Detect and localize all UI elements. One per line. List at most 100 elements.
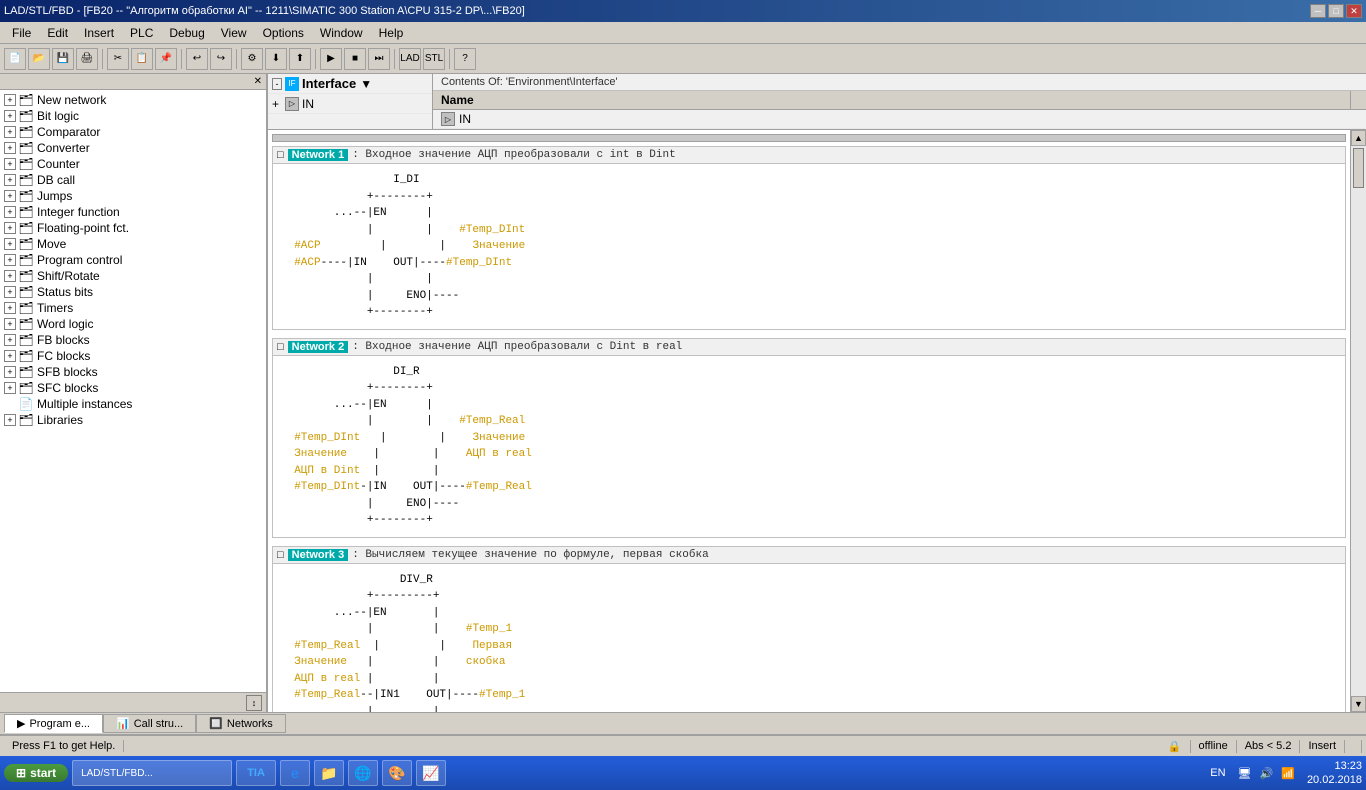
expand-libraries[interactable]: + — [4, 414, 16, 426]
toolbar-print[interactable]: 🖨 — [76, 48, 98, 70]
menu-help[interactable]: Help — [371, 24, 412, 42]
menu-plc[interactable]: PLC — [122, 24, 161, 42]
network-1: □ Network 1 : Входное значение АЦП преоб… — [272, 146, 1346, 330]
expand-fc-blocks[interactable]: + — [4, 350, 16, 362]
scroll-down-button[interactable]: ▼ — [1351, 696, 1366, 712]
expand-db-call[interactable]: + — [4, 174, 16, 186]
tree-item-libraries[interactable]: + 🗂 Libraries — [0, 412, 266, 428]
network-canvas[interactable]: □ Network 1 : Входное значение АЦП преоб… — [268, 130, 1350, 712]
expand-converter[interactable]: + — [4, 142, 16, 154]
network-3-collapse[interactable]: □ — [277, 549, 284, 561]
tree-item-fc-blocks[interactable]: + 🗂 FC blocks — [0, 348, 266, 364]
maximize-button[interactable]: □ — [1328, 4, 1344, 18]
expand-jumps[interactable]: + — [4, 190, 16, 202]
tab-program[interactable]: ▶ Program e... — [4, 714, 103, 733]
toolbar-new[interactable]: 📄 — [4, 48, 26, 70]
tree-label-bit-logic: Bit logic — [37, 109, 79, 123]
menu-file[interactable]: File — [4, 24, 39, 42]
tree-item-db-call[interactable]: + 🗂 DB call — [0, 172, 266, 188]
tree-item-timers[interactable]: + 🗂 Timers — [0, 300, 266, 316]
tree-item-counter[interactable]: + 🗂 Counter — [0, 156, 266, 172]
menu-view[interactable]: View — [213, 24, 255, 42]
tree-item-integer-function[interactable]: + 🗂 Integer function — [0, 204, 266, 220]
tree-item-word-logic[interactable]: + 🗂 Word logic — [0, 316, 266, 332]
expand-new-network[interactable]: + — [4, 94, 16, 106]
tree-item-move[interactable]: + 🗂 Move — [0, 236, 266, 252]
tree-item-sfb-blocks[interactable]: + 🗂 SFB blocks — [0, 364, 266, 380]
toolbar-download[interactable]: ⬇ — [265, 48, 287, 70]
expand-integer-function[interactable]: + — [4, 206, 16, 218]
toolbar-redo[interactable]: ↪ — [210, 48, 232, 70]
scroll-thumb[interactable] — [1353, 148, 1364, 188]
tree-item-shift-rotate[interactable]: + 🗂 Shift/Rotate — [0, 268, 266, 284]
expand-counter[interactable]: + — [4, 158, 16, 170]
toolbar-stl[interactable]: STL — [423, 48, 445, 70]
expand-floating-point[interactable]: + — [4, 222, 16, 234]
start-button[interactable]: ⊞ start — [4, 764, 68, 782]
taskbar-app-paint[interactable]: 🎨 — [382, 760, 412, 786]
toolbar-compile[interactable]: ⚙ — [241, 48, 263, 70]
taskbar-app-lad-label: LAD/STL/FBD... — [81, 768, 153, 779]
expand-word-logic[interactable]: + — [4, 318, 16, 330]
tree-item-jumps[interactable]: + 🗂 Jumps — [0, 188, 266, 204]
tab-call-structure[interactable]: 📊 Call stru... — [103, 714, 196, 733]
toolbar-cut[interactable]: ✂ — [107, 48, 129, 70]
menu-window[interactable]: Window — [312, 24, 371, 42]
expand-fb-blocks[interactable]: + — [4, 334, 16, 346]
tree-item-sfc-blocks[interactable]: + 🗂 SFC blocks — [0, 380, 266, 396]
tab-networks[interactable]: 🔲 Networks — [196, 714, 286, 733]
in-expand[interactable]: + — [272, 97, 282, 111]
tree-item-converter[interactable]: + 🗂 Converter — [0, 140, 266, 156]
left-panel-scroll-button[interactable]: ↕ — [246, 695, 262, 711]
network-2-collapse[interactable]: □ — [277, 341, 284, 353]
panel-close-button[interactable]: ✕ — [254, 76, 262, 87]
tree-item-fb-blocks[interactable]: + 🗂 FB blocks — [0, 332, 266, 348]
tree-item-program-control[interactable]: + 🗂 Program control — [0, 252, 266, 268]
expand-status-bits[interactable]: + — [4, 286, 16, 298]
taskbar-app-folder[interactable]: 📁 — [314, 760, 344, 786]
tree-item-comparator[interactable]: + 🗂 Comparator — [0, 124, 266, 140]
expand-sfb-blocks[interactable]: + — [4, 366, 16, 378]
toolbar-stop[interactable]: ■ — [344, 48, 366, 70]
tree-label-jumps: Jumps — [37, 189, 72, 203]
expand-sfc-blocks[interactable]: + — [4, 382, 16, 394]
menu-debug[interactable]: Debug — [161, 24, 212, 42]
toolbar-run[interactable]: ▶ — [320, 48, 342, 70]
toolbar-paste[interactable]: 📌 — [155, 48, 177, 70]
toolbar-lad[interactable]: LAD — [399, 48, 421, 70]
taskbar-app-chart[interactable]: 📈 — [416, 760, 446, 786]
tree-item-new-network[interactable]: + 🗂 New network — [0, 92, 266, 108]
toolbar-open[interactable]: 📂 — [28, 48, 50, 70]
taskbar-app-lad[interactable]: LAD/STL/FBD... — [72, 760, 232, 786]
tree-item-status-bits[interactable]: + 🗂 Status bits — [0, 284, 266, 300]
interface-collapse-button[interactable]: - — [272, 78, 282, 90]
right-scrollbar[interactable]: ▲ ▼ — [1350, 130, 1366, 712]
interface-expand-arrow[interactable]: ▼ — [360, 77, 372, 91]
expand-comparator[interactable]: + — [4, 126, 16, 138]
tree-item-bit-logic[interactable]: + 🗂 Bit logic — [0, 108, 266, 124]
scroll-up-button[interactable]: ▲ — [1351, 130, 1366, 146]
toolbar-save[interactable]: 💾 — [52, 48, 74, 70]
expand-program-control[interactable]: + — [4, 254, 16, 266]
toolbar-help[interactable]: ? — [454, 48, 476, 70]
minimize-button[interactable]: ─ — [1310, 4, 1326, 18]
close-button[interactable]: ✕ — [1346, 4, 1362, 18]
toolbar-undo[interactable]: ↩ — [186, 48, 208, 70]
in-value-label: IN — [459, 112, 471, 126]
taskbar-app-ie[interactable]: e — [280, 760, 310, 786]
toolbar-step[interactable]: ⏭ — [368, 48, 390, 70]
expand-shift-rotate[interactable]: + — [4, 270, 16, 282]
menu-insert[interactable]: Insert — [76, 24, 122, 42]
taskbar-app-tia[interactable]: TIA — [236, 760, 276, 786]
expand-move[interactable]: + — [4, 238, 16, 250]
tree-item-floating-point[interactable]: + 🗂 Floating-point fct. — [0, 220, 266, 236]
network-1-collapse[interactable]: □ — [277, 149, 284, 161]
taskbar-app-chrome[interactable]: 🌐 — [348, 760, 378, 786]
expand-timers[interactable]: + — [4, 302, 16, 314]
tree-item-multiple-instances[interactable]: 📄 Multiple instances — [0, 396, 266, 412]
menu-options[interactable]: Options — [255, 24, 312, 42]
menu-edit[interactable]: Edit — [39, 24, 76, 42]
expand-bit-logic[interactable]: + — [4, 110, 16, 122]
toolbar-upload[interactable]: ⬆ — [289, 48, 311, 70]
toolbar-copy[interactable]: 📋 — [131, 48, 153, 70]
